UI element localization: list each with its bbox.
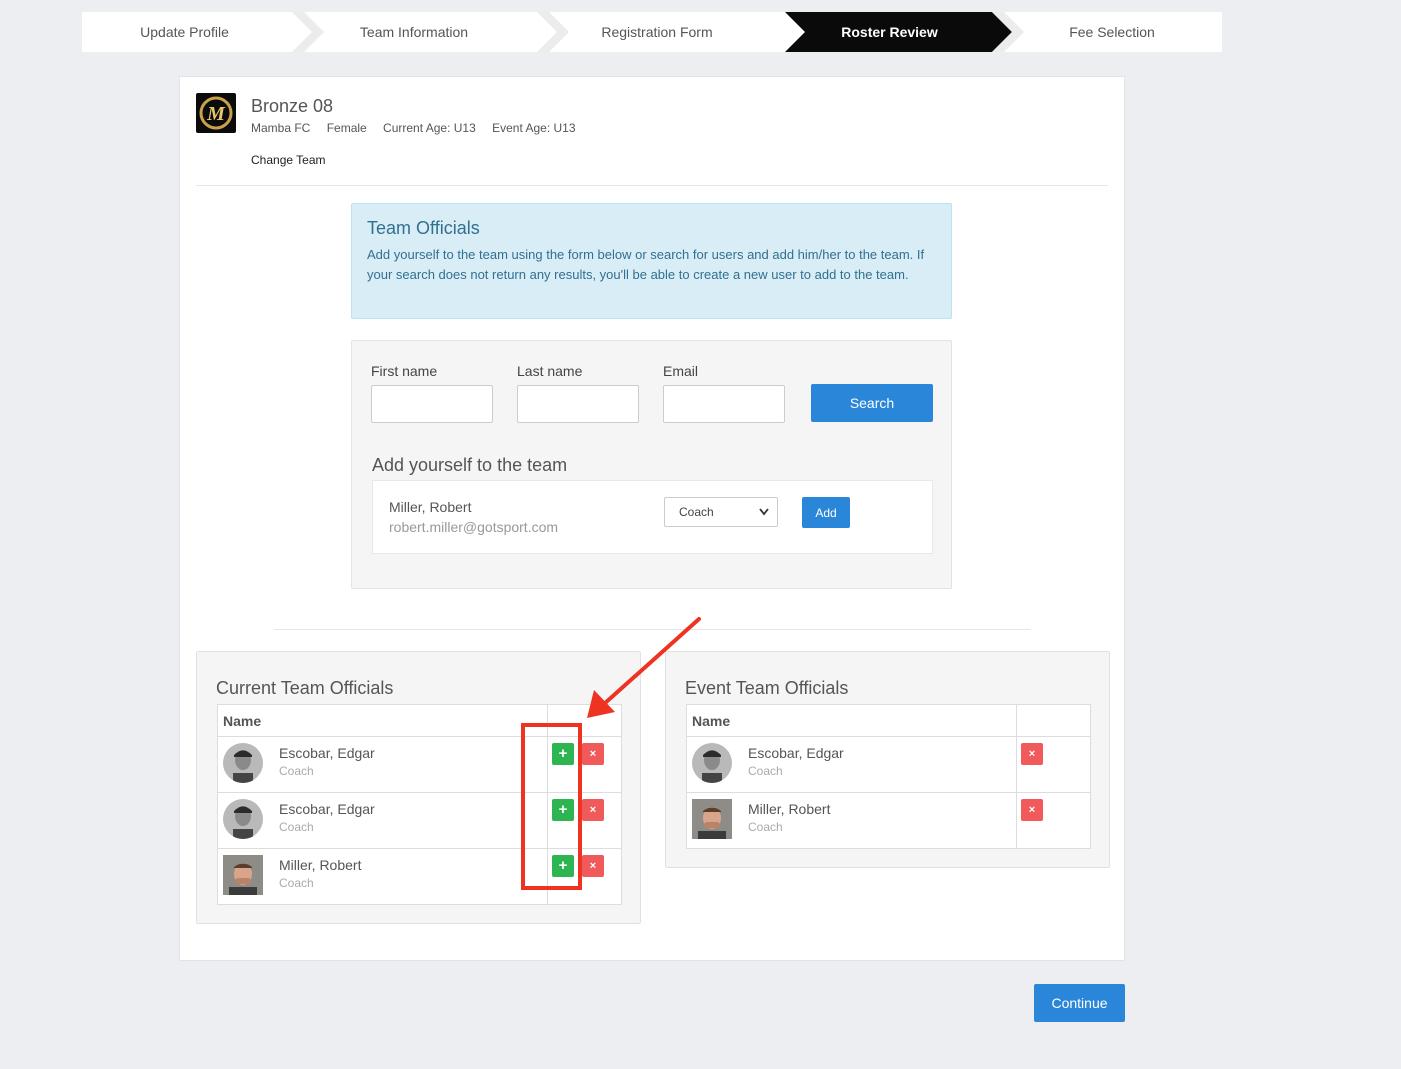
remove-button[interactable]: × [582,799,604,821]
remove-button[interactable]: × [1021,743,1043,765]
divider [196,185,1108,186]
info-text: Add yourself to the team using the form … [367,247,925,282]
progress-steps: Update Profile Team Information Registra… [82,12,1222,52]
official-role: Coach [279,764,314,778]
table-row: Escobar, Edgar Coach + × [218,793,621,849]
official-role: Coach [279,820,314,834]
team-gender: Female [326,121,367,135]
team-club: Mamba FC [251,121,311,135]
official-name: Escobar, Edgar [748,745,844,761]
team-officials-info: Team Officials Add yourself to the team … [351,203,952,319]
add-to-event-button[interactable]: + [552,799,574,821]
main-card: M Bronze 08 Mamba FC Female Current Age:… [179,76,1125,961]
table-row: Miller, Robert Coach × [687,793,1090,849]
col-name-header: Name [223,713,262,729]
step-team-information[interactable]: Team Information [314,12,514,52]
team-event-age: Event Age: U13 [492,121,576,135]
step-fee-selection[interactable]: Fee Selection [1012,12,1212,52]
avatar [692,799,732,841]
remove-button[interactable]: × [1021,799,1043,821]
email-label: Email [663,363,699,379]
add-yourself-title: Add yourself to the team [372,455,568,475]
last-name-label: Last name [517,363,583,379]
add-to-event-button[interactable]: + [552,743,574,765]
email-input[interactable] [663,385,785,423]
role-select[interactable]: Coach [664,497,778,527]
step-registration-form[interactable]: Registration Form [557,12,757,52]
event-officials-table: Name Escobar, Edgar Coach × Miller, Robe… [686,704,1091,849]
event-team-officials-panel: Event Team Officials Name Escobar, Edgar… [665,651,1110,868]
team-logo: M [196,93,236,133]
remove-button[interactable]: × [582,855,604,877]
avatar [223,743,263,783]
table-row: Escobar, Edgar Coach + × [218,737,621,793]
step-update-profile[interactable]: Update Profile [82,12,287,52]
col-name-header: Name [692,713,731,729]
info-title: Team Officials [367,218,480,238]
last-name-input[interactable] [517,385,639,423]
change-team-link[interactable]: Change Team [251,153,326,167]
team-name: Bronze 08 [251,96,334,116]
self-name: Miller, Robert [389,499,472,515]
official-name: Miller, Robert [279,857,362,873]
first-name-input[interactable] [371,385,493,423]
logo-letter: M [206,103,226,125]
team-meta: Mamba FC Female Current Age: U13 Event A… [251,121,589,135]
team-current-age: Current Age: U13 [383,121,476,135]
official-role: Coach [279,876,314,890]
avatar [223,799,263,839]
add-to-event-button[interactable]: + [552,855,574,877]
current-officials-title: Current Team Officials [216,678,394,698]
add-self-button[interactable]: Add [802,497,850,528]
search-panel: First name Last name Email Search Add yo… [351,340,952,589]
add-yourself-box: Miller, Robert robert.miller@gotsport.co… [372,480,933,554]
avatar [692,743,732,783]
official-name: Escobar, Edgar [279,801,375,817]
table-row: Escobar, Edgar Coach × [687,737,1090,793]
event-officials-title: Event Team Officials [685,678,849,698]
role-select-value: Coach [679,505,714,519]
self-email: robert.miller@gotsport.com [389,519,559,535]
official-role: Coach [748,820,783,834]
remove-button[interactable]: × [582,743,604,765]
continue-button[interactable]: Continue [1034,984,1125,1022]
step-roster-review[interactable]: Roster Review [792,12,987,52]
current-officials-table: Name Escobar, Edgar Coach + × Escobar, E… [217,704,622,905]
table-header: Name [218,705,621,737]
official-name: Escobar, Edgar [279,745,375,761]
table-row: Miller, Robert Coach + × [218,849,621,905]
divider [274,629,1031,630]
chevron-down-icon [759,498,769,538]
official-name: Miller, Robert [748,801,831,817]
search-button[interactable]: Search [811,384,933,422]
official-role: Coach [748,764,783,778]
table-header: Name [687,705,1090,737]
first-name-label: First name [371,363,438,379]
current-team-officials-panel: Current Team Officials Name Escobar, Edg… [196,651,641,924]
avatar [223,855,263,897]
